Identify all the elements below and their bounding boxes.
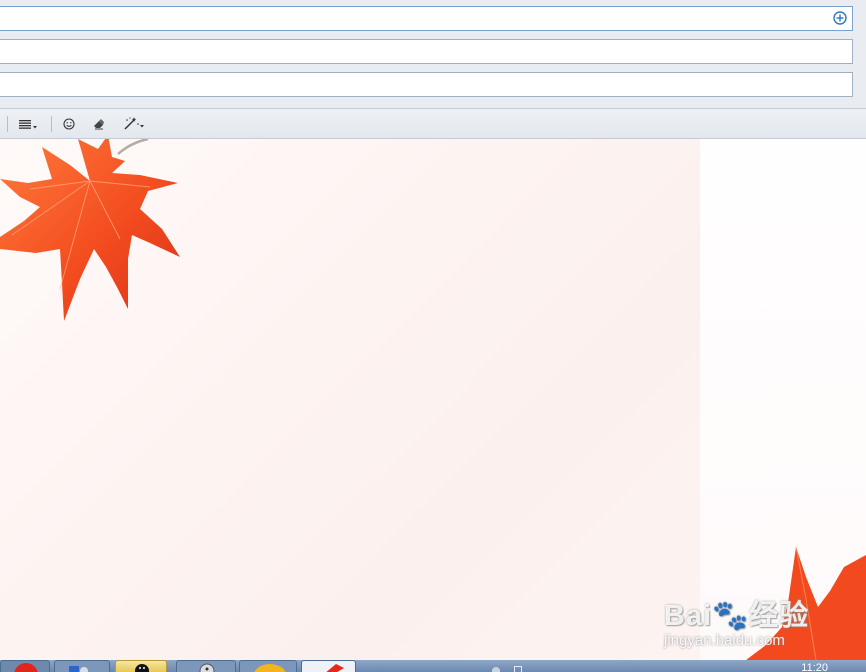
taskbar-app-chat[interactable] (176, 660, 236, 672)
taskbar-app-leaf[interactable] (301, 660, 356, 672)
taskbar-app-yellow[interactable] (239, 660, 297, 672)
subject-input[interactable] (3, 75, 813, 94)
taskbar: 11:20 (0, 660, 866, 672)
penguin-icon (135, 664, 149, 672)
chat-icon (199, 663, 215, 672)
maple-leaf-illustration (0, 139, 180, 321)
align-button[interactable] (16, 114, 42, 134)
smiley-icon (63, 118, 75, 130)
toolbar-separator (7, 116, 8, 132)
format-toolbar (0, 108, 866, 139)
yellow-circle-icon (254, 664, 286, 672)
emoji-button[interactable] (60, 114, 78, 134)
tray-icon[interactable] (492, 667, 500, 672)
plus-circle-icon[interactable] (833, 11, 847, 25)
cc-field[interactable] (0, 39, 853, 64)
chevron-down-icon (33, 126, 37, 129)
subject-field[interactable] (0, 72, 853, 97)
eraser-icon (94, 119, 104, 130)
taskbar-app-contacts[interactable] (54, 660, 110, 672)
message-body-editor[interactable] (0, 139, 866, 660)
chevron-down-icon (140, 125, 144, 128)
to-field[interactable] (0, 6, 853, 31)
toolbar-separator (51, 116, 52, 132)
leaf-icon (326, 664, 344, 672)
align-lines-icon (19, 120, 37, 129)
red-circle-icon (14, 663, 38, 672)
maple-leaf-illustration-bottom (746, 547, 866, 660)
taskbar-clock[interactable]: 11:20 (801, 663, 828, 672)
contacts-icon (69, 666, 88, 672)
clear-format-button[interactable] (89, 114, 109, 134)
tray-icon[interactable] (514, 666, 522, 672)
taskbar-app-red[interactable] (0, 660, 50, 672)
magic-wand-button[interactable] (121, 114, 149, 134)
cc-input[interactable] (3, 42, 813, 61)
taskbar-app-qq[interactable] (115, 660, 167, 672)
body-text[interactable] (200, 159, 680, 179)
to-input[interactable] (3, 9, 813, 28)
magic-wand-icon (124, 117, 144, 130)
compose-header (0, 0, 866, 108)
